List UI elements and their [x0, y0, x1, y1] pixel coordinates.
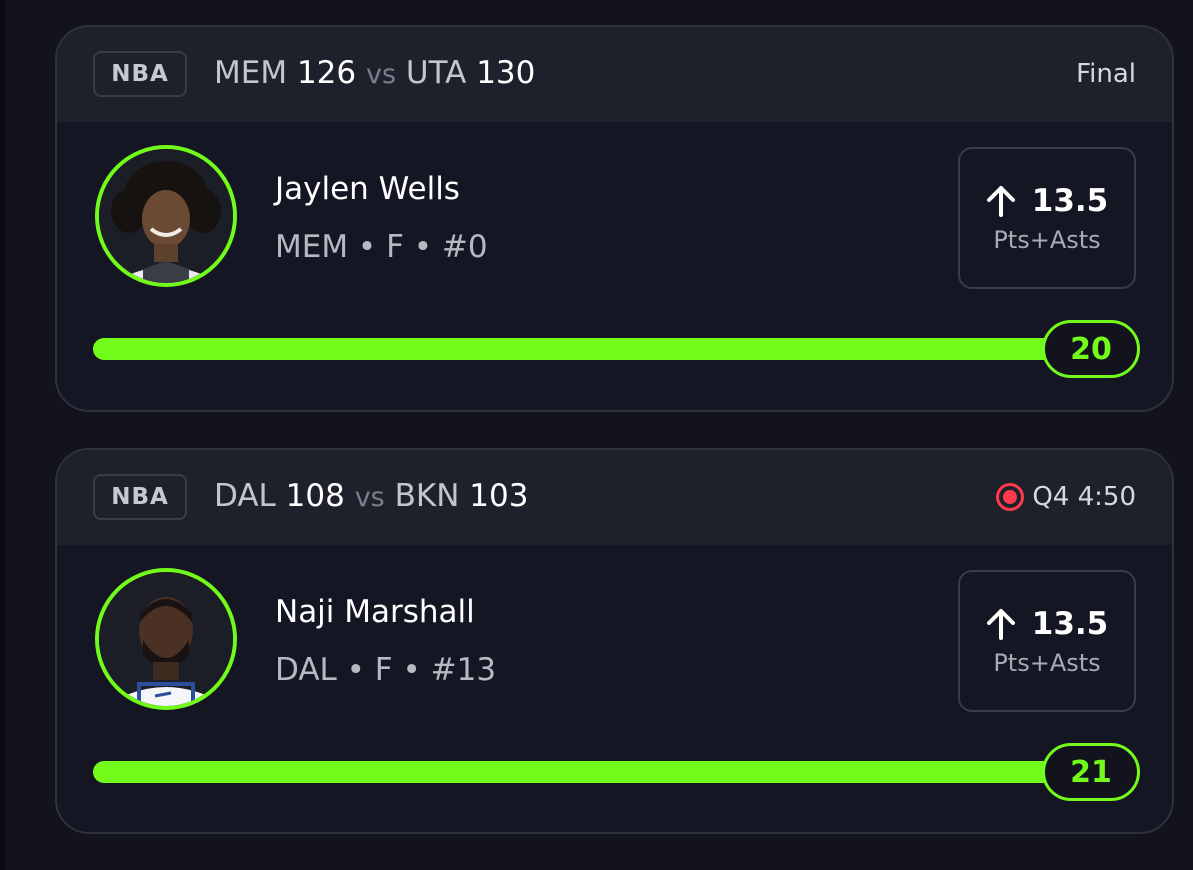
player-avatar[interactable] [95, 568, 237, 710]
prop-line-value: 13.5 [1031, 606, 1109, 642]
home-team: MEM [214, 55, 288, 91]
prop-line-box[interactable]: 13.5 Pts+Asts [958, 570, 1136, 712]
screen-edge [0, 0, 6, 870]
game-header: NBA DAL 108 vs BKN 103 Q4 4:50 [57, 450, 1172, 545]
arrow-up-icon [986, 609, 1015, 640]
away-score: 130 [476, 55, 536, 91]
home-team: DAL [214, 478, 276, 514]
progress-fill [93, 338, 1093, 360]
away-team: UTA [405, 55, 467, 91]
game-status: Q4 4:50 [996, 480, 1136, 514]
prop-stat-type: Pts+Asts [993, 649, 1101, 677]
game-matchup: MEM 126 vs UTA 130 [214, 53, 535, 95]
progress-value-badge: 21 [1042, 743, 1140, 801]
home-score: 126 [296, 55, 357, 91]
game-status-text: Final [1076, 59, 1136, 89]
progress-value-badge: 20 [1042, 320, 1140, 378]
live-indicator-icon [996, 483, 1025, 511]
progress-bar [93, 761, 1093, 783]
home-score: 108 [285, 478, 345, 514]
prop-card[interactable]: NBA MEM 126 vs UTA 130 Final Jaylen Well… [55, 25, 1174, 412]
player-meta: MEM • F • #0 [275, 229, 488, 265]
prop-line-value: 13.5 [1031, 183, 1109, 219]
player-name: Jaylen Wells [275, 171, 460, 207]
player-meta: DAL • F • #13 [275, 652, 497, 688]
player-headshot-icon [99, 572, 233, 706]
player-avatar[interactable] [95, 145, 237, 287]
player-name: Naji Marshall [275, 594, 475, 630]
league-badge: NBA [93, 51, 187, 97]
game-matchup: DAL 108 vs BKN 103 [214, 476, 528, 518]
arrow-up-icon [986, 186, 1015, 217]
away-score: 103 [469, 478, 529, 514]
game-status: Final [1076, 57, 1136, 91]
prop-stat-type: Pts+Asts [993, 226, 1101, 254]
vs-label: vs [354, 482, 385, 513]
game-status-text: Q4 4:50 [1032, 482, 1136, 512]
vs-label: vs [365, 59, 397, 90]
prop-line-box[interactable]: 13.5 Pts+Asts [958, 147, 1136, 289]
game-header: NBA MEM 126 vs UTA 130 Final [57, 27, 1172, 122]
prop-card[interactable]: NBA DAL 108 vs BKN 103 Q4 4:50 Naji Mars… [55, 448, 1174, 834]
progress-fill [93, 761, 1093, 783]
league-badge: NBA [93, 474, 187, 520]
player-headshot-icon [99, 149, 233, 283]
progress-bar [93, 338, 1093, 360]
away-team: BKN [394, 478, 460, 514]
